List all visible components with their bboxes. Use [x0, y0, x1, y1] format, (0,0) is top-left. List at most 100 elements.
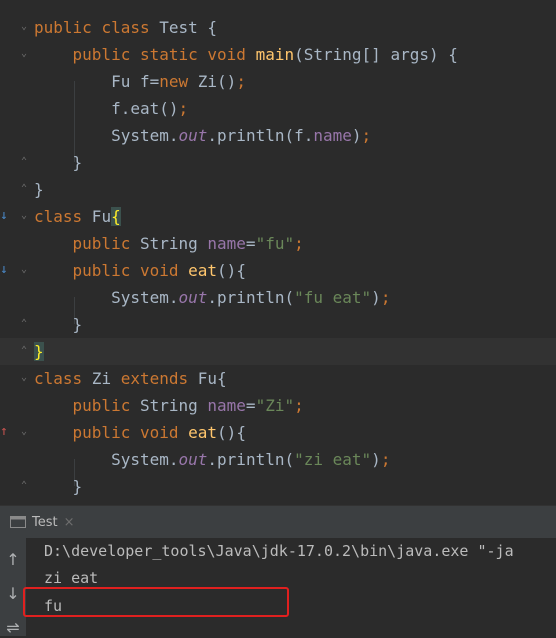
code-text: } [34, 476, 83, 498]
code-token: name [207, 234, 246, 253]
code-token: .println( [207, 450, 295, 469]
code-line[interactable]: f.eat(); [0, 95, 556, 122]
code-token: out [178, 126, 208, 145]
code-token: class [101, 18, 150, 37]
code-token: void [139, 261, 179, 280]
code-line[interactable]: ⌄ public class Test { [0, 14, 556, 41]
code-token: public [72, 423, 131, 442]
console-output-line: D:\developer_tools\Java\jdk-17.0.2\bin\j… [44, 542, 514, 560]
soft-wrap-icon[interactable]: ⇌ [3, 618, 23, 638]
code-token: = [245, 234, 256, 253]
code-token: static [139, 45, 198, 64]
code-token: public [72, 261, 131, 280]
code-token: Test { [149, 18, 218, 37]
code-line[interactable]: System.out.println("fu eat"); [0, 284, 556, 311]
arrow-up-icon[interactable]: ↑ [3, 550, 23, 570]
code-token: System. [34, 450, 179, 469]
code-token: .println( [207, 288, 295, 307]
code-token: (){ [217, 423, 246, 442]
code-token: name [207, 396, 246, 415]
code-line[interactable]: System.out.println(f.name); [0, 122, 556, 149]
code-text: } [34, 341, 44, 363]
fold-icon[interactable]: ⌄ [19, 372, 29, 384]
code-text: class Fu{ [34, 206, 121, 228]
code-token: ; [361, 126, 372, 145]
code-text: Fu f=new Zi(); [34, 71, 246, 93]
code-token: String [130, 234, 208, 253]
code-text: } [34, 152, 83, 174]
code-line[interactable]: public String name="fu"; [0, 230, 556, 257]
overridden-method-icon[interactable]: ↓ [0, 262, 8, 278]
console-icon [10, 516, 26, 528]
code-text: class Zi extends Fu{ [34, 368, 227, 390]
code-line[interactable]: public String name="Zi"; [0, 392, 556, 419]
code-token: Fu{ [188, 369, 227, 388]
code-token: f.eat() [34, 99, 179, 118]
fold-icon[interactable]: ⌄ [19, 48, 29, 60]
code-token: Zi [82, 369, 121, 388]
code-line[interactable]: ↓ ⌄ class Fu{ [0, 203, 556, 230]
code-line[interactable]: ⌃ } [0, 149, 556, 176]
overridden-method-icon[interactable]: ↓ [0, 208, 8, 224]
fold-icon[interactable]: ⌄ [19, 210, 29, 222]
code-token: { [111, 207, 121, 226]
code-line[interactable]: ⌃} [0, 176, 556, 203]
tab-test[interactable]: Test × [10, 506, 75, 538]
run-toolbar: ↑ ↓ ⇌ [0, 538, 26, 638]
code-token: eat [188, 261, 218, 280]
code-editor[interactable]: ⌄ public class Test {⌄ public static void… [0, 0, 556, 505]
code-line[interactable]: Fu f=new Zi(); [0, 68, 556, 95]
code-token: "fu eat" [294, 288, 372, 307]
overriding-method-icon[interactable]: ↑ [0, 424, 8, 440]
code-line[interactable]: System.out.println("zi eat"); [0, 446, 556, 473]
close-icon[interactable]: × [64, 515, 75, 530]
fold-icon[interactable]: ⌃ [19, 480, 29, 492]
code-line[interactable]: ⌄ class Zi extends Fu{ [0, 365, 556, 392]
code-token: public [72, 396, 131, 415]
code-token: } [34, 342, 44, 361]
fold-icon[interactable]: ⌄ [19, 264, 29, 276]
code-line[interactable]: ⌄ public static void main(String[] args)… [0, 41, 556, 68]
code-text: public void eat(){ [34, 422, 246, 444]
code-token: out [178, 288, 208, 307]
code-token: } [34, 315, 83, 334]
fold-icon[interactable]: ⌃ [19, 318, 29, 330]
code-text: System.out.println("fu eat"); [34, 287, 390, 309]
code-token: "Zi" [255, 396, 295, 415]
code-token: = [245, 396, 256, 415]
code-line[interactable]: ⌃} [0, 338, 556, 365]
code-line[interactable]: ↓ ⌄ public void eat(){ [0, 257, 556, 284]
code-token: "fu" [255, 234, 295, 253]
code-token: System. [34, 126, 179, 145]
fold-icon[interactable]: ⌄ [19, 21, 29, 33]
code-line[interactable]: ⌃ } [0, 473, 556, 500]
code-line[interactable]: ⌃ } [0, 311, 556, 338]
code-token: ; [178, 99, 189, 118]
tab-label: Test [32, 514, 58, 530]
code-text: public String name="fu"; [34, 233, 304, 255]
code-token: ; [380, 288, 391, 307]
code-token: } [34, 477, 83, 496]
fold-icon[interactable]: ⌃ [19, 156, 29, 168]
arrow-down-icon[interactable]: ↓ [3, 584, 23, 604]
fold-icon[interactable]: ⌄ [19, 426, 29, 438]
code-token: eat [188, 423, 218, 442]
fold-icon[interactable]: ⌃ [19, 183, 29, 195]
run-tab-bar: Test × [0, 506, 556, 538]
code-token: System. [34, 288, 179, 307]
code-token: name [313, 126, 352, 145]
code-line[interactable]: ↑ ⌄ public void eat(){ [0, 419, 556, 446]
fold-icon[interactable]: ⌃ [19, 345, 29, 357]
code-token: Fu f= [34, 72, 160, 91]
code-token: public [72, 45, 131, 64]
